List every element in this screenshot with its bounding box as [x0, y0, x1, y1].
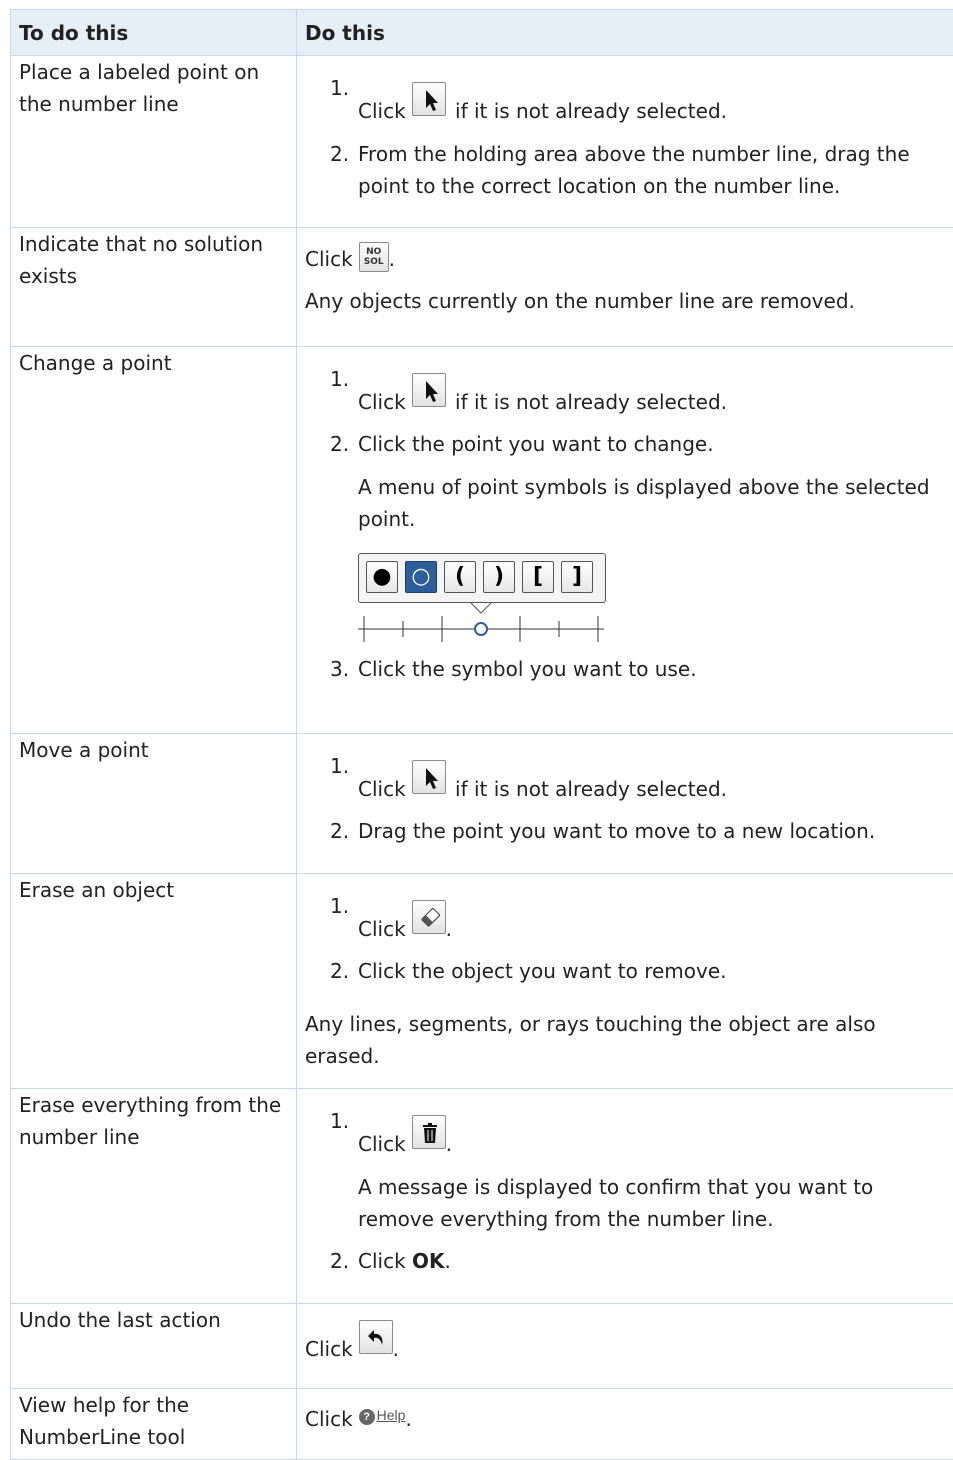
step: 1. Click.	[305, 900, 946, 945]
undo-icon	[359, 1320, 393, 1354]
step-text: Click	[305, 1407, 353, 1431]
step-number: 1.	[330, 363, 349, 395]
trash-icon	[412, 1115, 446, 1149]
step-note: Any lines, segments, or rays touching th…	[305, 1008, 946, 1072]
help-icon: ?	[359, 1409, 375, 1425]
closed-right-bracket-symbol[interactable]: ]	[561, 561, 593, 593]
step: 2. Click OK.	[305, 1245, 946, 1277]
step-text: Click	[358, 1132, 406, 1156]
step: 2. Drag the point you want to move to a …	[305, 815, 946, 847]
step: 1. Click. A message is displayed to conf…	[305, 1115, 946, 1235]
step-note: Any objects currently on the number line…	[305, 285, 946, 317]
step: 1. Click if it is not already selected.	[305, 82, 946, 127]
task-cell: Change a point	[11, 347, 297, 734]
step-number: 1.	[330, 750, 349, 782]
action-cell: Click.	[297, 1304, 953, 1389]
step-text: if it is not already selected.	[449, 99, 727, 123]
task-cell: Undo the last action	[11, 1304, 297, 1389]
step: Click.	[305, 1320, 946, 1365]
nosol-top-label: NO	[366, 247, 381, 257]
step-number: 2.	[330, 955, 349, 987]
task-cell: View help for the NumberLine tool	[11, 1389, 297, 1460]
step: 1. Click if it is not already selected.	[305, 373, 946, 418]
table-row: Indicate that no solution exists ClickNO…	[11, 228, 953, 347]
step-text: .	[405, 1407, 411, 1431]
step-text: Click the object you want to remove.	[358, 959, 727, 983]
step: 2. From the holding area above the numbe…	[305, 138, 946, 202]
action-cell: 1. Click if it is not already selected. …	[297, 734, 953, 874]
step: 1. Click if it is not already selected.	[305, 760, 946, 805]
step-text: From the holding area above the number l…	[358, 142, 910, 198]
step-number: 1.	[330, 890, 349, 922]
eraser-icon	[412, 900, 446, 934]
step-number: 3.	[330, 653, 349, 685]
point-symbol-menu: ● ○ ( ) [ ]	[358, 553, 606, 603]
step-text: Drag the point you want to move to a new…	[358, 819, 875, 843]
arrow-pointer-icon	[412, 373, 446, 407]
step-text: Click	[358, 99, 406, 123]
table-row: Change a point 1. Click if it is not alr…	[11, 347, 953, 734]
task-cell: Place a labeled point on the number line	[11, 56, 297, 228]
step: Click?Help.	[305, 1399, 946, 1435]
step-text: Click the point you want to change.	[358, 432, 714, 456]
header-row: To do this Do this	[11, 10, 953, 56]
step-number: 1.	[330, 72, 349, 104]
step-text: Click	[305, 1337, 353, 1361]
step-text: Click	[358, 390, 406, 414]
step-note: A menu of point symbols is displayed abo…	[358, 471, 946, 535]
ok-label: OK	[412, 1249, 445, 1273]
table-row: Undo the last action Click.	[11, 1304, 953, 1389]
closed-left-bracket-symbol[interactable]: [	[522, 561, 554, 593]
help-label: Help	[377, 1407, 406, 1423]
step-note: A message is displayed to confirm that y…	[358, 1171, 946, 1235]
open-right-bracket-symbol[interactable]: )	[483, 561, 515, 593]
number-line-illustration	[358, 603, 608, 643]
closed-point-symbol[interactable]: ●	[366, 561, 398, 593]
action-cell: 1. Click if it is not already selected. …	[297, 347, 953, 734]
step: ClickNOSOL.	[305, 242, 946, 275]
table-row: Erase everything from the number line 1.…	[11, 1089, 953, 1304]
arrow-pointer-icon	[412, 82, 446, 116]
nosol-bottom-label: SOL	[364, 257, 384, 267]
header-col-action: Do this	[297, 10, 953, 56]
table-row: Move a point 1. Click if it is not alrea…	[11, 734, 953, 874]
arrow-pointer-icon	[412, 760, 446, 794]
action-cell: Click?Help.	[297, 1389, 953, 1460]
step-text: .	[389, 247, 395, 271]
step-number: 2.	[330, 428, 349, 460]
step-number: 2.	[330, 815, 349, 847]
step: 2. Click the point you want to change. A…	[305, 428, 946, 643]
task-cell: Indicate that no solution exists	[11, 228, 297, 347]
step-text: .	[445, 1249, 451, 1273]
step-text: if it is not already selected.	[449, 390, 727, 414]
table-row: Erase an object 1. Click. 2. Click the o…	[11, 874, 953, 1089]
help-table: To do this Do this Place a labeled point…	[10, 9, 953, 1460]
header-col-task: To do this	[11, 10, 297, 56]
task-cell: Move a point	[11, 734, 297, 874]
help-button: ?Help	[359, 1399, 406, 1431]
step-text: Click	[358, 777, 406, 801]
step-number: 2.	[330, 1245, 349, 1277]
open-left-bracket-symbol[interactable]: (	[444, 561, 476, 593]
action-cell: ClickNOSOL. Any objects currently on the…	[297, 228, 953, 347]
table-row: View help for the NumberLine tool Click?…	[11, 1389, 953, 1460]
step: 2. Click the object you want to remove.	[305, 955, 946, 987]
task-cell: Erase everything from the number line	[11, 1089, 297, 1304]
step-text: if it is not already selected.	[449, 777, 727, 801]
action-cell: 1. Click if it is not already selected. …	[297, 56, 953, 228]
table-row: Place a labeled point on the number line…	[11, 56, 953, 228]
step-text: Click the symbol you want to use.	[358, 657, 697, 681]
step-text: Click	[358, 917, 406, 941]
action-cell: 1. Click. 2. Click the object you want t…	[297, 874, 953, 1089]
step-number: 1.	[330, 1105, 349, 1137]
no-solution-icon: NOSOL	[359, 242, 389, 272]
step-text: Click	[358, 1249, 412, 1273]
step: 3. Click the symbol you want to use.	[305, 653, 946, 685]
step-text: Click	[305, 247, 353, 271]
step-number: 2.	[330, 138, 349, 170]
action-cell: 1. Click. A message is displayed to conf…	[297, 1089, 953, 1304]
task-cell: Erase an object	[11, 874, 297, 1089]
open-point-symbol[interactable]: ○	[405, 561, 437, 593]
